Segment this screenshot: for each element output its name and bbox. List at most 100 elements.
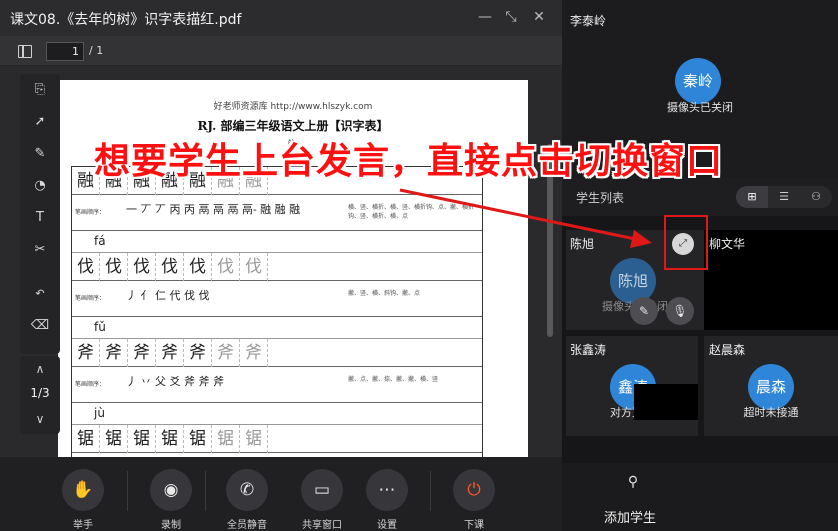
student-tile-zhangxintao[interactable]: 张鑫涛 鑫涛 对方正忙 [566, 336, 698, 436]
character-cell: 伐 [184, 253, 212, 281]
page-up-icon[interactable]: ∧ [20, 362, 60, 376]
eraser-icon[interactable]: ⌫ [28, 314, 52, 338]
page-bar: 1 / 1 [0, 36, 562, 66]
pinyin-row: jù [72, 403, 482, 425]
toolbar-label: 全员静音 [227, 520, 267, 531]
mute-all-icon: ✆ [226, 469, 268, 511]
raise-hand-button[interactable]: ✋ 举手 [53, 469, 113, 531]
close-icon[interactable]: ✕ [530, 8, 548, 26]
shapes-icon[interactable]: ◔ [28, 174, 52, 198]
share-window-icon: ▭ [301, 469, 343, 511]
stroke-label: 笔画顺序： [75, 209, 106, 216]
character-cell: 锯 [156, 425, 184, 453]
stroke-order-text: 丿 丷 父 爻 斧 斧 斧 [126, 375, 224, 388]
stroke-order-row: 笔画顺序： 一 丆 丆 丙 丙 鬲 鬲 鬲 鬲- 融 融 融 横、竖、横折、横、竖、… [72, 195, 482, 231]
pinyin-text: jù [94, 406, 105, 420]
app-root: 课文08.《去年的树》识字表描红.pdf — ⤡ ✕ 1 / 1 好老师资源库 … [0, 0, 838, 531]
stroke-order-row: 笔画顺序： 丿 丷 父 爻 斧 斧 斧 撇、点、撇、捺、撇、撇、横、竖 [72, 367, 482, 403]
user-view-icon[interactable]: ⚇ [800, 186, 832, 208]
character-cell: 锯 [240, 425, 268, 453]
highlight-box [664, 215, 708, 270]
select-arrow-icon[interactable]: ➚ [28, 110, 52, 134]
video-block [634, 384, 698, 420]
student-tile-liuwenhua[interactable]: 柳文华 [704, 230, 838, 330]
student-name: 张鑫涛 [570, 343, 607, 357]
character-row: 伐伐伐伐伐伐伐 [72, 253, 482, 281]
list-view-icon[interactable]: ☰ [768, 186, 800, 208]
stroke-note: 横、竖、横折、横、竖、横折钩、点、撇、横折钩、竖、横折、横、点 [348, 204, 475, 220]
scissors-icon[interactable]: ✂ [28, 238, 52, 262]
document-area[interactable]: 好老师资源库 http://www.hlszyk.com RJ. 部编三年级语文… [0, 67, 562, 457]
character-cell: 伐 [128, 253, 156, 281]
title-bar: 课文08.《去年的树》识字表描红.pdf — ⤡ ✕ [0, 0, 562, 36]
record-icon: ◉ [150, 469, 192, 511]
character-cell: 斧 [100, 339, 128, 367]
settings-icon: ⋯ [366, 469, 408, 511]
undo-icon[interactable]: ↶ [28, 282, 52, 306]
student-name: 陈旭 [570, 237, 595, 251]
stroke-label: 笔画顺序： [75, 381, 106, 388]
character-cell: 伐 [240, 253, 268, 281]
restore-icon[interactable]: ⤡ [502, 8, 520, 26]
add-student-button[interactable]: ⚲ 添加学生 [562, 463, 838, 531]
student-name: 柳文华 [709, 237, 746, 251]
toolbar-separator [205, 471, 206, 511]
annotation-caption: 想要学生上台发言，直接点击切换窗口 [94, 141, 724, 182]
character-cell: 伐 [100, 253, 128, 281]
character-cell: 伐 [72, 253, 100, 281]
character-row: 锯锯锯锯锯锯锯 [72, 425, 482, 453]
source-line: 好老师资源库 http://www.hlszyk.com [213, 102, 373, 112]
add-user-icon: ⚲ [627, 474, 639, 490]
microphone-icon[interactable]: 🎙 [666, 297, 694, 325]
stroke-order-text: 一 丆 丆 丙 丙 鬲 鬲 鬲 鬲- 融 融 融 [126, 203, 301, 216]
mute-all-button[interactable]: ✆ 全员静音 [217, 469, 277, 531]
character-cell: 锯 [128, 425, 156, 453]
window-title: 课文08.《去年的树》识字表描红.pdf [10, 12, 242, 28]
pinyin-text: fá [94, 234, 106, 248]
stroke-order-text: 丿 亻 仁 代 伐 伐 [126, 289, 210, 302]
student-tile-zhaochensen[interactable]: 赵晨森 晨森 超时未接通 [704, 336, 838, 436]
record-button[interactable]: ◉ 录制 [141, 469, 201, 531]
teacher-status: 摄像头已关闭 [667, 101, 733, 114]
page-total: / 1 [89, 44, 104, 57]
character-cell: 伐 [212, 253, 240, 281]
character-cell: 斧 [184, 339, 212, 367]
add-student-label: 添加学生 [604, 511, 657, 526]
pdf-viewer: 课文08.《去年的树》识字表描红.pdf — ⤡ ✕ 1 / 1 好老师资源库 … [0, 0, 562, 457]
text-icon[interactable]: T [28, 206, 52, 230]
toolbar-label: 举手 [73, 520, 93, 531]
pinyin-row: fá [72, 231, 482, 253]
student-list-title: 学生列表 [576, 191, 625, 205]
page-down-icon[interactable]: ∨ [20, 412, 60, 426]
character-cell: 斧 [212, 339, 240, 367]
insert-icon[interactable]: ⎘ [28, 78, 52, 102]
settings-button[interactable]: ⋯ 设置 [357, 469, 417, 531]
toolbar-label: 录制 [161, 520, 181, 531]
character-cell: 锯 [212, 425, 240, 453]
character-grid: 融融融融融融融笔画顺序：一 丆 丆 丙 丙 鬲 鬲 鬲 鬲- 融 融 融横、竖、… [71, 166, 483, 457]
student-name: 赵晨森 [709, 343, 746, 357]
character-cell: 斧 [240, 339, 268, 367]
teacher-name: 李泰岭 [570, 14, 607, 28]
pen-icon[interactable]: ✎ [28, 142, 52, 166]
page-number-input[interactable]: 1 [46, 42, 84, 61]
power-icon: ⏻ [453, 469, 495, 511]
stroke-note: 撇、竖、横、斜钩、撇、点 [348, 290, 421, 297]
power-button[interactable]: ⏻ 下课 [444, 469, 504, 531]
sidebar-toggle-icon[interactable] [18, 45, 32, 58]
grid-view-icon[interactable]: ⊞ [736, 186, 768, 208]
stroke-note: 撇、点、撇、捺、撇、撇、横、竖 [348, 376, 439, 383]
student-status: 超时未接通 [743, 406, 799, 419]
share-window-button[interactable]: ▭ 共享窗口 [292, 469, 352, 531]
character-row: 斧斧斧斧斧斧斧 [72, 339, 482, 367]
toolbar-label: 共享窗口 [302, 520, 342, 531]
annotation-toolbar: ⎘ ➚ ✎ ◔ T ✂ ↶ ⌫ [20, 74, 60, 354]
character-cell: 锯 [184, 425, 212, 453]
character-cell: 伐 [156, 253, 184, 281]
character-cell: 斧 [72, 339, 100, 367]
character-cell: 斧 [128, 339, 156, 367]
pencil-icon[interactable]: ✎ [630, 297, 658, 325]
minimize-icon[interactable]: — [476, 8, 494, 26]
raise-hand-icon: ✋ [62, 469, 104, 511]
bottom-toolbar: ✋ 举手 ◉ 录制 ✆ 全员静音 ▭ 共享窗口 ⋯ 设置 ⏻ 下课 [0, 457, 562, 531]
